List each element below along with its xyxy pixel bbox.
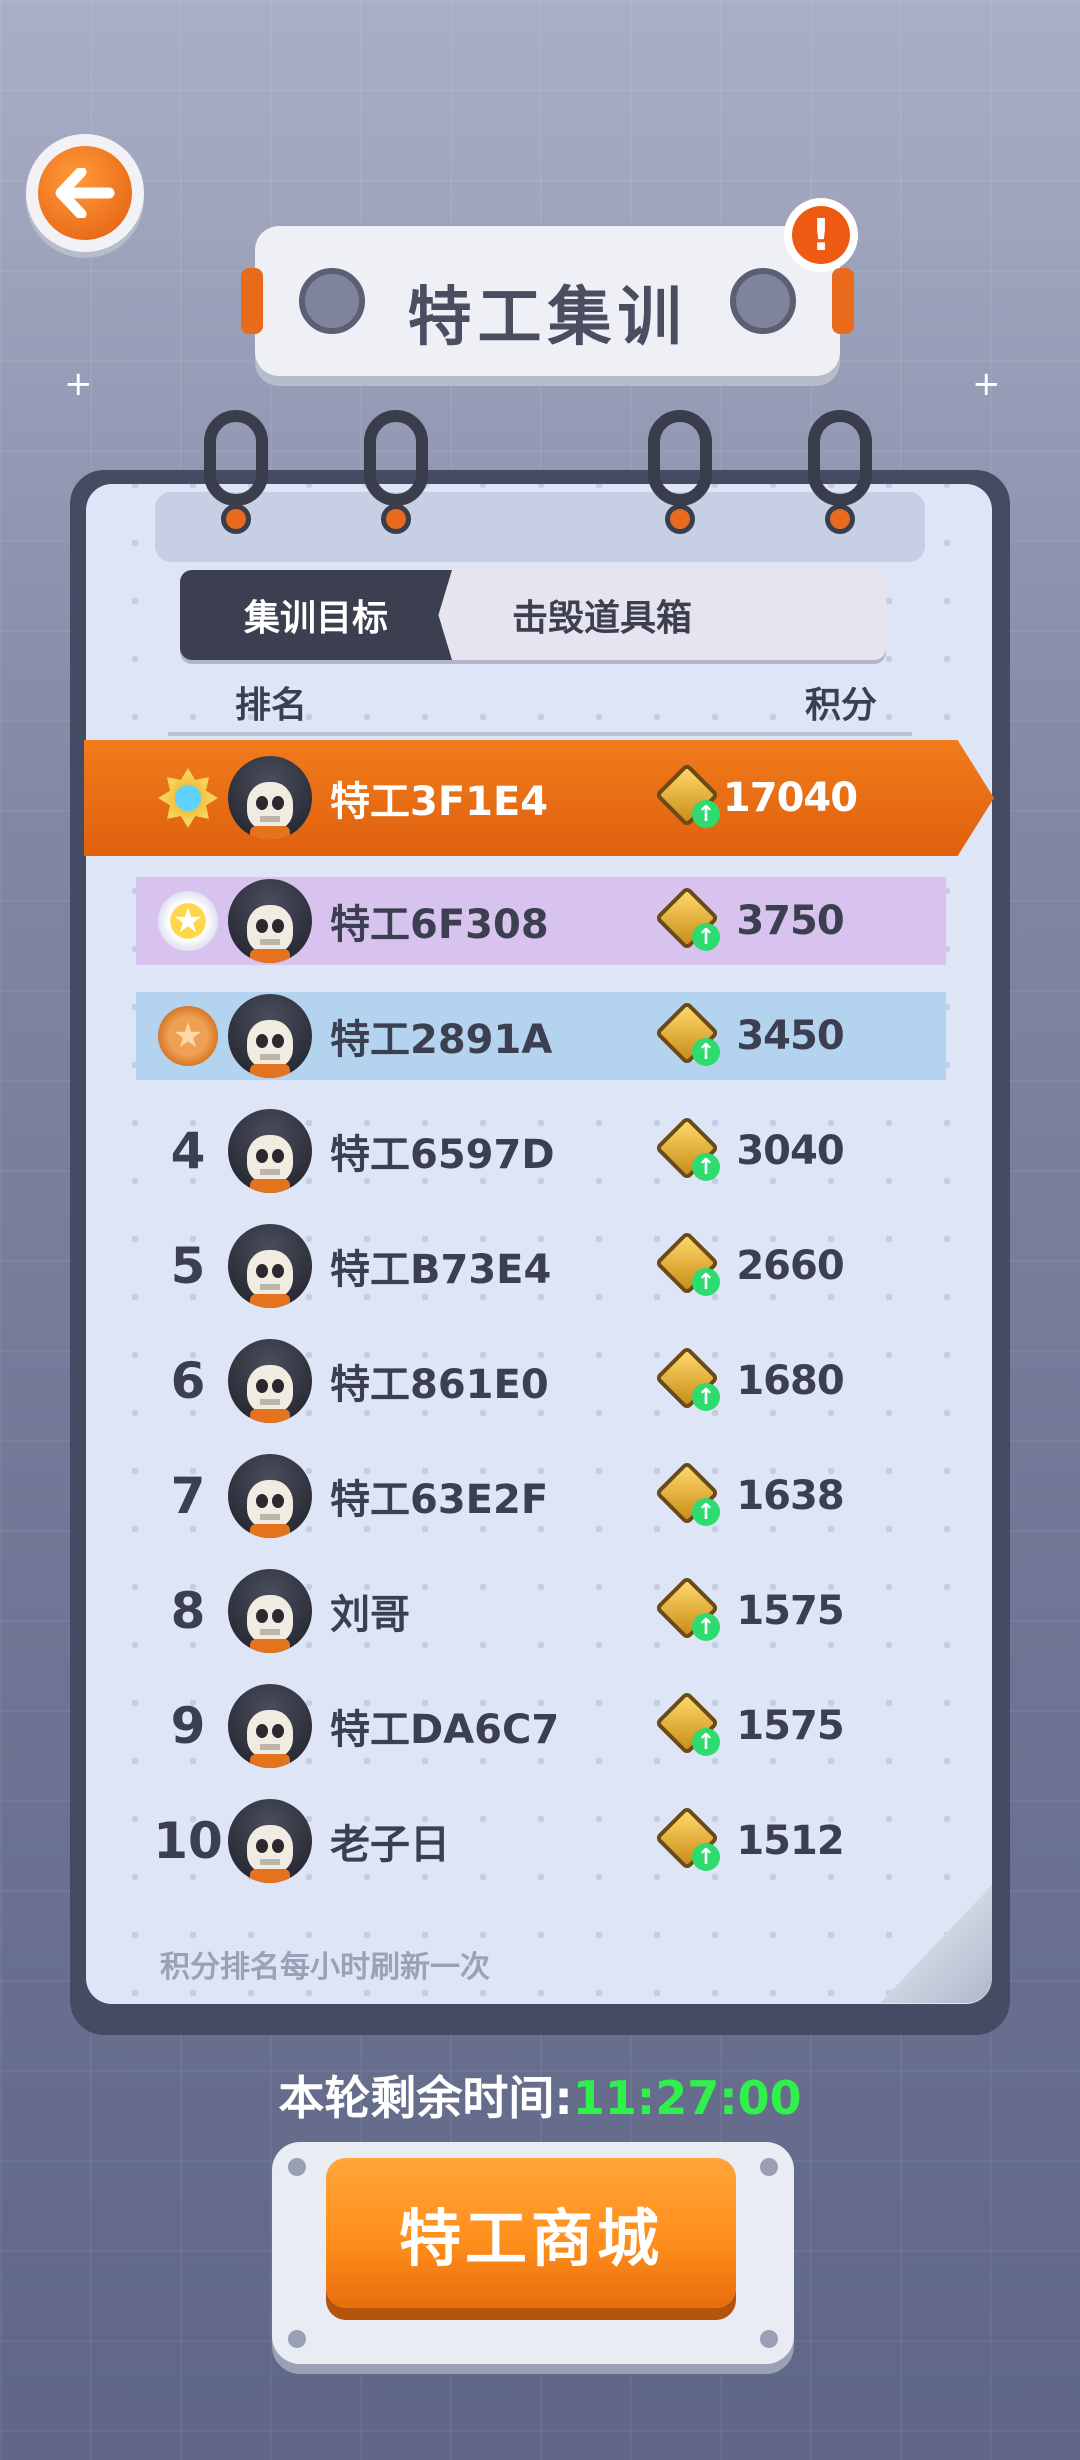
leaderboard-row: 6 特工861E0 ↑ 1680 — [140, 1337, 940, 1425]
player-score: 2660 — [736, 1243, 844, 1289]
timer-value: 11:27:00 — [572, 2071, 802, 2125]
leaderboard-row: 9 特工DA6C7 ↑ 1575 — [140, 1682, 940, 1770]
rank-number: 8 — [170, 1582, 206, 1640]
round-timer: 本轮剩余时间:11:27:00 — [0, 2062, 1080, 2128]
player-score: 1638 — [736, 1473, 844, 1519]
avatar[interactable] — [228, 1454, 312, 1538]
binder-ring-icon — [804, 410, 876, 534]
timer-label: 本轮剩余时间: — [278, 2071, 573, 2125]
leaderboard-row: 5 特工B73E4 ↑ 2660 — [140, 1222, 940, 1310]
tab-training-goal[interactable]: 集训目标 — [180, 570, 452, 660]
avatar[interactable] — [228, 994, 312, 1078]
player-score: 3450 — [736, 1013, 844, 1059]
rank-number: 5 — [170, 1237, 206, 1295]
avatar[interactable] — [228, 756, 312, 840]
back-button[interactable] — [26, 134, 144, 252]
avatar[interactable] — [228, 1684, 312, 1768]
avatar[interactable] — [228, 1339, 312, 1423]
binder-ring-icon — [200, 410, 272, 534]
player-name: 刘哥 — [330, 1592, 410, 1638]
bronze-medal-icon: ★ — [158, 1006, 218, 1066]
rank-number: 4 — [170, 1122, 206, 1180]
tab-bar: 集训目标 击毁道具箱 — [180, 570, 886, 660]
leaderboard-row: 特工3F1E4 ↑ 17040 — [140, 754, 940, 842]
player-score: 1575 — [736, 1588, 844, 1634]
leaderboard-row: 8 刘哥 ↑ 1575 — [140, 1567, 940, 1655]
player-score: 3750 — [736, 898, 844, 944]
column-header-score: 积分 — [805, 685, 878, 726]
sparkle-icon: + — [64, 364, 93, 404]
leaderboard-row: 7 特工63E2F ↑ 1638 — [140, 1452, 940, 1540]
sparkle-icon: + — [972, 364, 1001, 404]
avatar[interactable] — [228, 1109, 312, 1193]
title-plate: 特工集训 — [241, 226, 854, 376]
avatar[interactable] — [228, 1569, 312, 1653]
leaderboard-row: 4 特工6597D ↑ 3040 — [140, 1107, 940, 1195]
exclamation-icon: ! — [792, 206, 850, 264]
player-score: 1575 — [736, 1703, 844, 1749]
player-name: 特工63E2F — [330, 1477, 549, 1523]
gold-medal-icon: ★ — [158, 891, 218, 951]
leaderboard-row: ★ 特工6F308 ↑ 3750 — [140, 877, 940, 965]
rank-number: 9 — [170, 1697, 206, 1755]
binder-ring-icon — [644, 410, 716, 534]
player-name: 老子日 — [330, 1822, 450, 1868]
header-divider — [168, 732, 912, 736]
refresh-note: 积分排名每小时刷新一次 — [160, 1950, 490, 1985]
column-header-rank: 排名 — [235, 685, 308, 726]
player-name: 特工861E0 — [330, 1362, 549, 1408]
diamond-medal-icon — [158, 768, 218, 828]
page-title: 特工集训 — [407, 281, 688, 355]
rank-number: 10 — [153, 1812, 223, 1870]
player-name: 特工6597D — [330, 1132, 555, 1178]
avatar[interactable] — [228, 1799, 312, 1883]
player-score: 3040 — [736, 1128, 844, 1174]
player-name: 特工3F1E4 — [330, 779, 549, 825]
avatar[interactable] — [228, 879, 312, 963]
player-name: 特工2891A — [330, 1017, 553, 1063]
back-arrow-icon — [38, 146, 132, 240]
agent-shop-button[interactable]: 特工商城 — [326, 2158, 736, 2308]
player-name: 特工DA6C7 — [330, 1707, 560, 1753]
tab-destroy-crates[interactable]: 击毁道具箱 — [452, 570, 752, 660]
player-score: 1512 — [736, 1818, 844, 1864]
leaderboard-row: ★ 特工2891A ↑ 3450 — [140, 992, 940, 1080]
rank-number: 7 — [170, 1467, 206, 1525]
leaderboard-row: 10 老子日 ↑ 1512 — [140, 1797, 940, 1885]
binder-ring-icon — [360, 410, 432, 534]
rank-number: 6 — [170, 1352, 206, 1410]
avatar[interactable] — [228, 1224, 312, 1308]
player-name: 特工B73E4 — [330, 1247, 552, 1293]
player-score: 17040 — [722, 775, 858, 821]
info-button[interactable]: ! — [784, 198, 858, 272]
player-name: 特工6F308 — [330, 902, 549, 948]
player-score: 1680 — [736, 1358, 844, 1404]
